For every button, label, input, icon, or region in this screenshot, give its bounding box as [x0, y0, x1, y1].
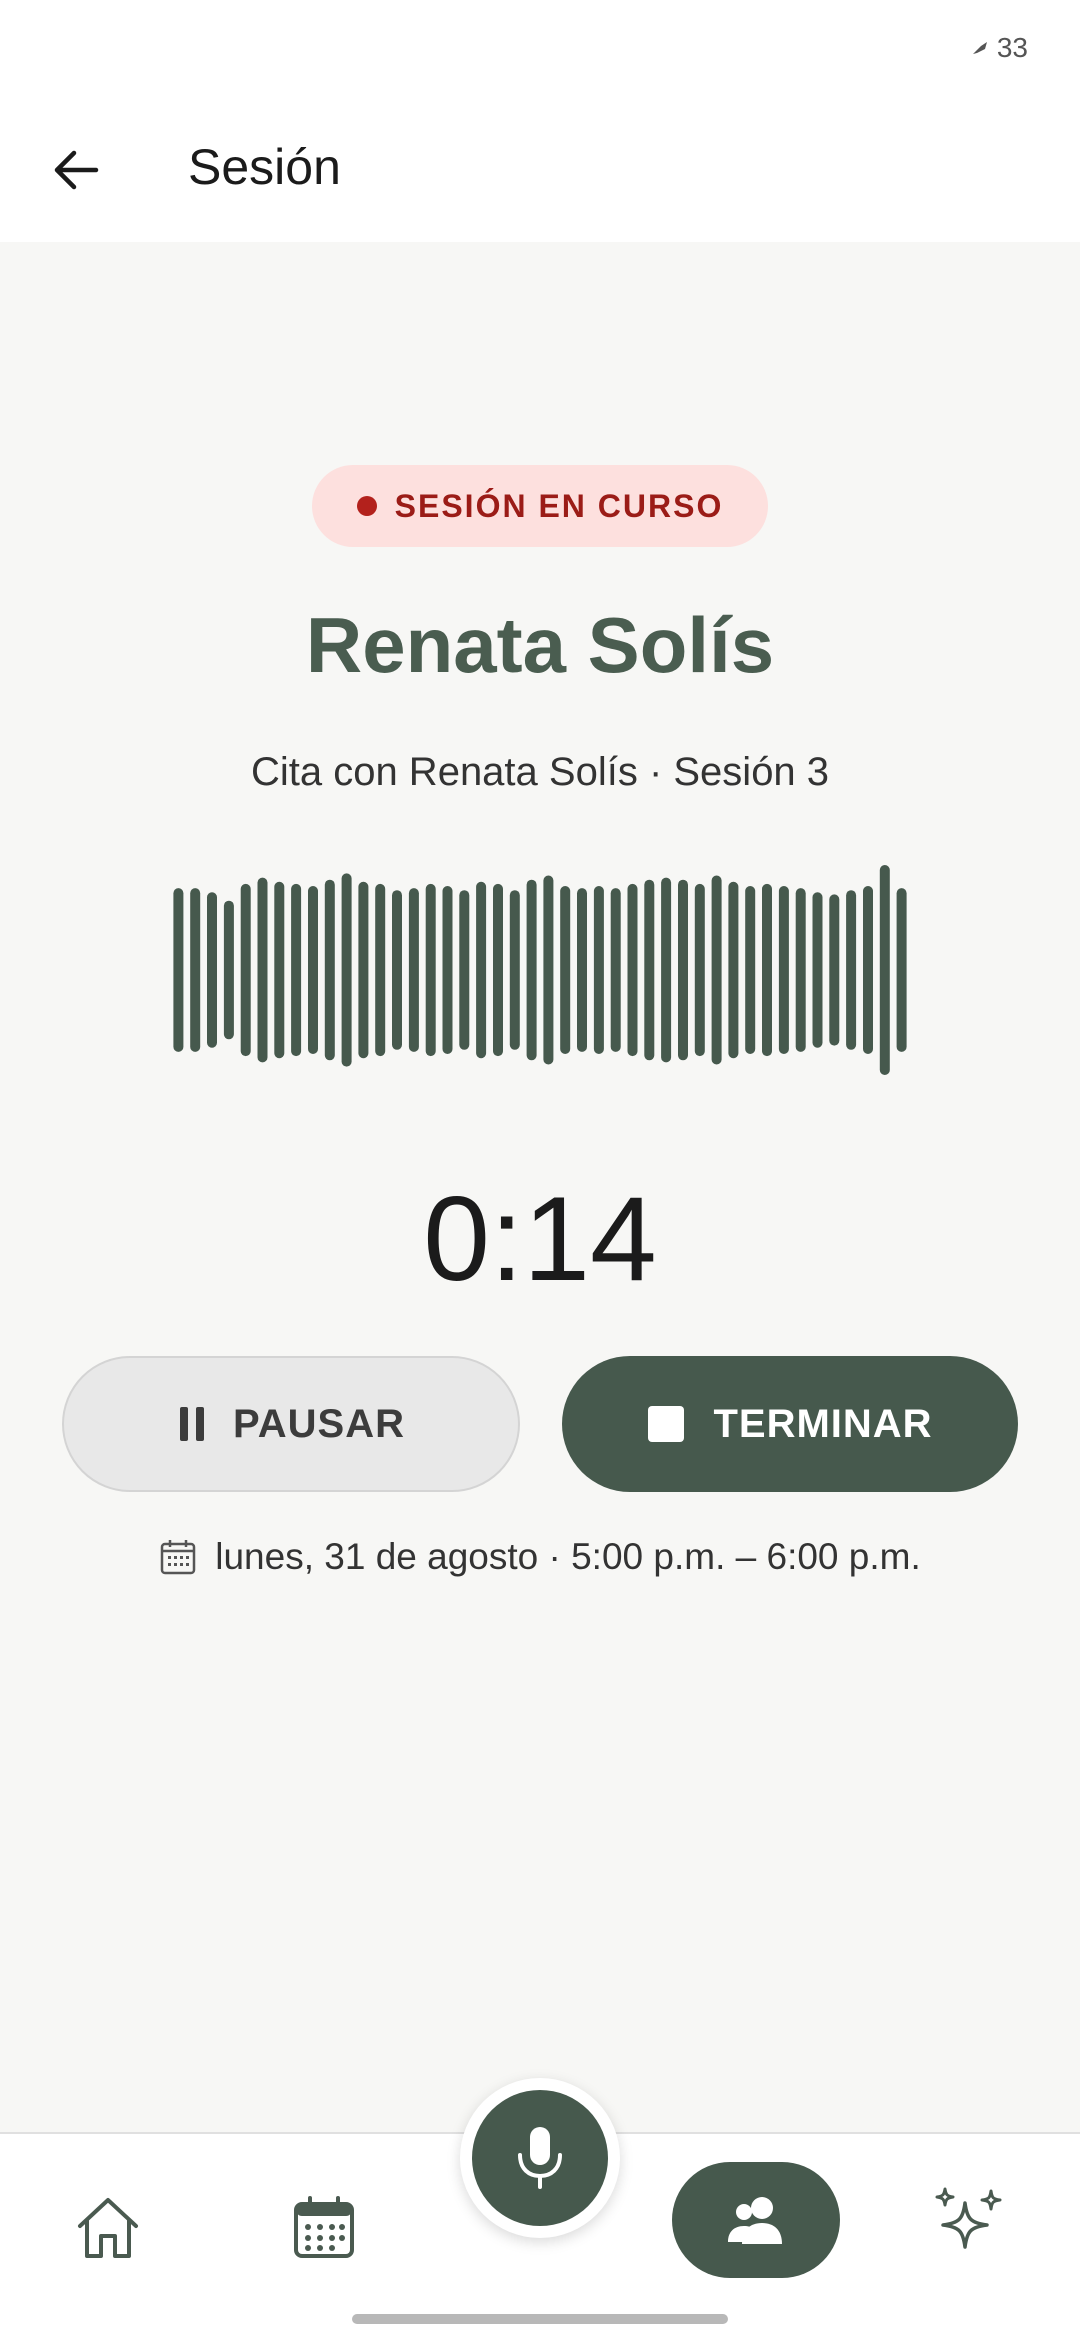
waveform-bar: [711, 875, 722, 1065]
end-session-button[interactable]: TERMINAR: [562, 1356, 1018, 1492]
waveform-bar: [408, 888, 419, 1052]
elapsed-timer: 0:14: [423, 1172, 657, 1306]
pause-button[interactable]: PAUSAR: [62, 1356, 520, 1492]
waveform-bar: [795, 888, 806, 1052]
sparkles-icon: [935, 2187, 1002, 2249]
waveform-bar: [543, 875, 554, 1065]
nav-clients[interactable]: [672, 2162, 840, 2278]
audio-waveform: [173, 865, 907, 1075]
record-button-inner: [472, 2090, 608, 2226]
waveform-bar: [291, 883, 302, 1057]
nav-home[interactable]: [58, 2178, 158, 2278]
waveform-bar: [678, 879, 688, 1061]
waveform-bar: [358, 881, 369, 1059]
status-bar: 33: [0, 0, 1080, 100]
waveform-bar: [173, 888, 184, 1052]
waveform-bar: [509, 890, 520, 1050]
session-schedule: lunes, 31 de agosto · 5:00 p.m. – 6:00 p…: [0, 1536, 1080, 1578]
waveform-bar: [846, 890, 857, 1050]
waveform-bar: [762, 883, 772, 1057]
session-schedule-text: lunes, 31 de agosto · 5:00 p.m. – 6:00 p…: [215, 1536, 921, 1577]
waveform-bar: [661, 877, 672, 1063]
microphone-icon: [518, 2127, 562, 2189]
waveform-bar: [627, 883, 638, 1057]
status-badge: SESIÓN EN CURSO: [312, 465, 768, 547]
waveform-bar: [812, 892, 823, 1048]
waveform-bar: [610, 888, 621, 1052]
waveform-bar: [240, 883, 251, 1057]
home-indicator: [352, 2314, 728, 2324]
waveform-bar: [324, 879, 335, 1061]
waveform-bar: [375, 883, 386, 1057]
waveform-bar: [863, 886, 873, 1054]
nav-calendar[interactable]: [274, 2178, 374, 2278]
waveform-bar: [459, 890, 470, 1050]
session-subtitle: Cita con Renata Solís · Sesión 3: [250, 750, 830, 794]
arrow-left-icon: [54, 150, 99, 190]
waveform-bar: [476, 881, 487, 1059]
pause-button-label: PAUSAR: [233, 1401, 405, 1446]
waveform-bar: [341, 873, 352, 1067]
waveform-bar: [644, 879, 655, 1061]
waveform-bar: [560, 886, 571, 1054]
page-title: Sesión: [188, 139, 341, 195]
waveform-bar: [223, 900, 234, 1040]
recording-dot: [356, 496, 377, 516]
waveform-bar: [257, 877, 268, 1063]
calendar-grid-icon: [294, 2196, 354, 2258]
waveform-bar: [829, 894, 840, 1046]
waveform-bar: [745, 886, 756, 1054]
waveform-bar: [190, 888, 201, 1052]
end-session-button-label: TERMINAR: [713, 1401, 933, 1446]
people-icon: [728, 2197, 782, 2244]
waveform-bar: [392, 890, 402, 1050]
waveform-bar: [274, 881, 285, 1059]
battery-saver-icon: [972, 42, 987, 54]
waveform-bar: [425, 883, 436, 1057]
waveform-bar: [879, 865, 890, 1075]
waveform-bar: [728, 881, 739, 1059]
calendar-icon: [161, 1540, 196, 1575]
waveform-bar: [577, 888, 587, 1052]
waveform-bar: [493, 883, 503, 1057]
battery-level: 33: [996, 32, 1028, 63]
status-badge-label: SESIÓN EN CURSO: [394, 487, 724, 524]
client-name: Renata Solís: [305, 601, 775, 689]
nav-ai-assistant[interactable]: [920, 2174, 1020, 2274]
record-button[interactable]: [460, 2078, 620, 2238]
waveform-bar: [593, 886, 604, 1054]
back-button[interactable]: [36, 130, 116, 210]
waveform-bar: [442, 886, 453, 1054]
waveform-bar: [694, 883, 705, 1057]
stop-icon: [648, 1406, 685, 1442]
waveform-bar: [896, 888, 907, 1052]
app-bar: Sesión: [0, 100, 1080, 242]
home-icon: [78, 2198, 138, 2258]
waveform-bar: [308, 886, 318, 1054]
pause-icon: [180, 1407, 205, 1441]
waveform-bar: [207, 892, 217, 1048]
waveform-bar: [526, 879, 537, 1061]
waveform-bar: [778, 886, 789, 1054]
battery-indicator: 33: [971, 32, 1028, 64]
